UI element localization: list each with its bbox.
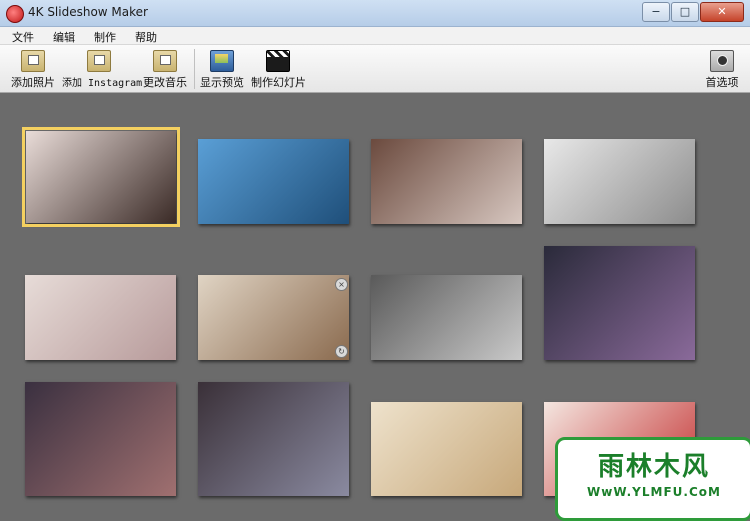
remove-photo-icon[interactable]: × xyxy=(335,278,348,291)
site-watermark: 雨林木风 WwW.YLMFU.CoM xyxy=(555,437,750,521)
watermark-url: WwW.YLMFU.CoM xyxy=(587,485,721,499)
watermark-title: 雨林木风 xyxy=(597,452,710,482)
menu-file[interactable]: 文件 xyxy=(0,27,41,44)
photo-thumbnail[interactable] xyxy=(371,275,522,360)
camera-icon xyxy=(710,50,734,72)
photo-thumbnail[interactable] xyxy=(544,139,695,224)
app-logo-icon xyxy=(6,5,24,23)
folder-instagram-icon xyxy=(87,50,111,72)
photo-thumbnail[interactable] xyxy=(544,246,695,360)
add-photos-button[interactable]: 添加照片 xyxy=(10,47,56,91)
menu-bar: 文件 编辑 制作 帮助 xyxy=(0,27,750,45)
folder-photo-icon xyxy=(21,50,45,72)
monitor-preview-icon xyxy=(210,50,234,72)
toolbar-separator xyxy=(194,49,195,89)
photo-thumbnail[interactable] xyxy=(198,139,349,224)
menu-help[interactable]: 帮助 xyxy=(123,27,164,44)
maximize-button[interactable]: □ xyxy=(671,2,699,22)
add-photos-label: 添加照片 xyxy=(11,76,55,89)
make-slideshow-label: 制作幻灯片 xyxy=(251,76,306,89)
preview-label: 显示预览 xyxy=(200,76,244,89)
make-slideshow-button[interactable]: 制作幻灯片 xyxy=(251,47,306,91)
title-bar: 4K Slideshow Maker − □ ✕ xyxy=(0,0,750,27)
add-instagram-label: 添加 Instagram xyxy=(62,78,143,89)
add-instagram-button[interactable]: 添加 Instagram xyxy=(62,47,143,91)
minimize-button[interactable]: − xyxy=(642,2,670,22)
close-button[interactable]: ✕ xyxy=(700,2,744,22)
photo-thumbnail[interactable] xyxy=(25,275,176,360)
preferences-button[interactable]: 首选项 xyxy=(704,47,740,91)
clapperboard-icon xyxy=(266,50,290,72)
menu-make[interactable]: 制作 xyxy=(82,27,123,44)
toolbar: 添加照片 添加 Instagram 更改音乐 显示预览 制作幻灯片 首选项 xyxy=(0,45,750,93)
photo-thumbnail[interactable] xyxy=(25,382,176,496)
photo-thumbnail[interactable] xyxy=(371,402,522,496)
photo-thumbnail[interactable] xyxy=(22,127,180,227)
folder-music-icon xyxy=(153,50,177,72)
preferences-label: 首选项 xyxy=(705,76,739,89)
rotate-photo-icon[interactable]: ↻ xyxy=(335,345,348,358)
menu-edit[interactable]: 编辑 xyxy=(41,27,82,44)
photo-thumbnail[interactable]: × ↻ xyxy=(198,275,349,360)
change-music-label: 更改音乐 xyxy=(143,76,187,89)
photo-thumbnail[interactable] xyxy=(198,382,349,496)
change-music-button[interactable]: 更改音乐 xyxy=(143,47,187,91)
window-title: 4K Slideshow Maker xyxy=(28,5,148,19)
preview-button[interactable]: 显示预览 xyxy=(200,47,244,91)
photo-thumbnail[interactable] xyxy=(371,139,522,224)
window-controls: − □ ✕ xyxy=(642,2,744,22)
